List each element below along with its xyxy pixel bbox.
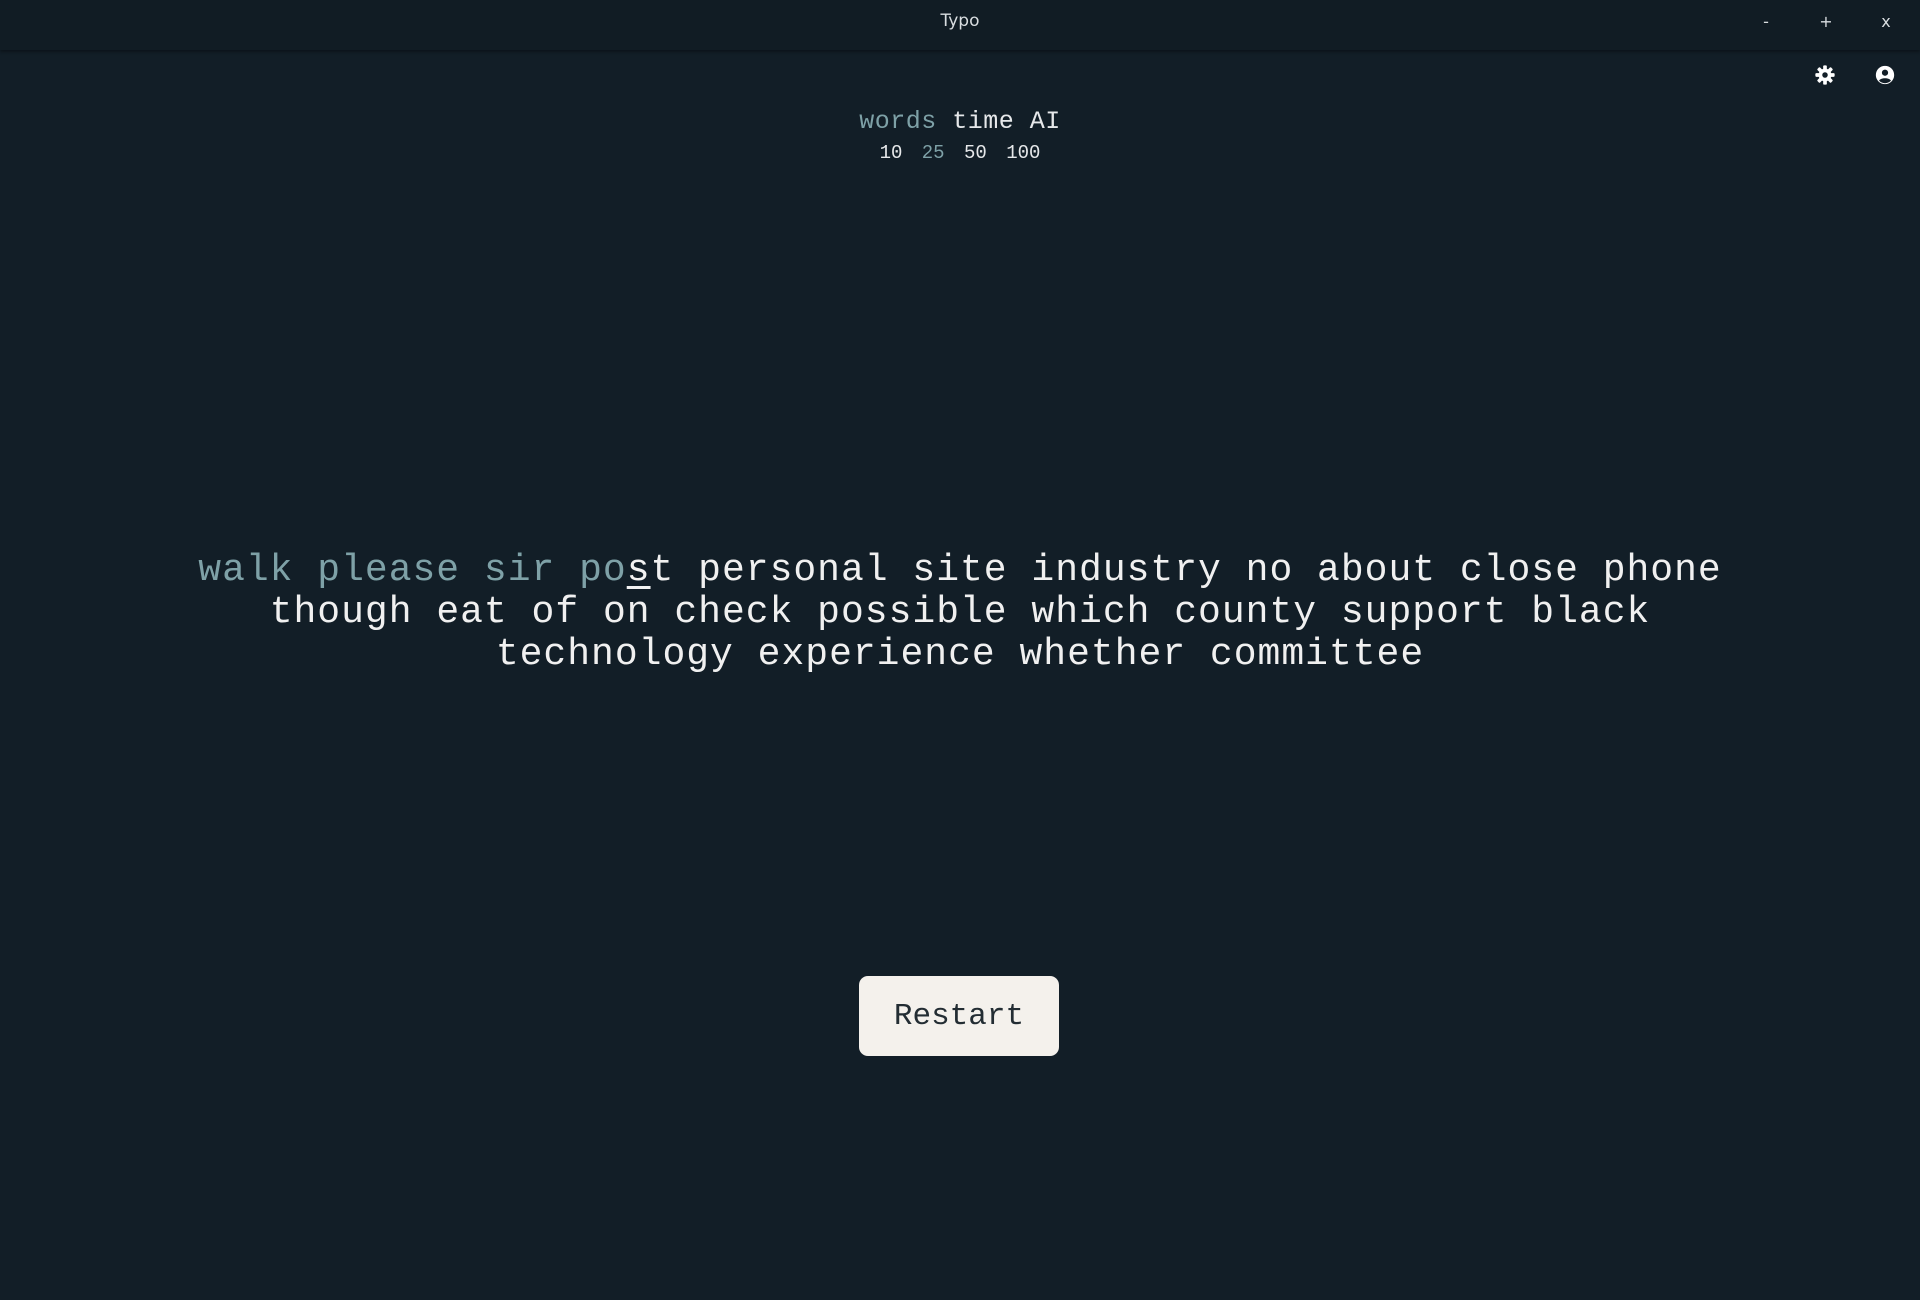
mode-time[interactable]: time <box>952 107 1014 136</box>
restart-button[interactable]: Restart <box>859 976 1059 1056</box>
typed-text: walk please sir po <box>198 549 627 592</box>
count-100[interactable]: 100 <box>1006 142 1040 164</box>
word-count-selector: 10 25 50 100 <box>0 142 1920 164</box>
text-cursor: s <box>626 549 651 592</box>
close-button[interactable]: x <box>1871 10 1901 34</box>
mode-ai[interactable]: AI <box>1030 107 1061 136</box>
mode-words[interactable]: words <box>859 107 937 136</box>
title-bar: Typo - + x <box>0 0 1920 50</box>
window-title: Typo <box>940 11 980 31</box>
count-50[interactable]: 50 <box>964 142 987 164</box>
gear-icon[interactable] <box>1814 64 1836 86</box>
minimize-button[interactable]: - <box>1751 10 1781 34</box>
user-circle-icon[interactable] <box>1874 64 1896 86</box>
typing-area[interactable]: walk please sir post personal site indus… <box>150 550 1770 676</box>
count-10[interactable]: 10 <box>880 142 903 164</box>
app-window: Typo - + x words time AI 10 25 50 100 wa… <box>0 0 1920 1300</box>
mode-selector: words time AI <box>0 107 1920 136</box>
maximize-button[interactable]: + <box>1811 10 1841 34</box>
count-25[interactable]: 25 <box>922 142 945 164</box>
